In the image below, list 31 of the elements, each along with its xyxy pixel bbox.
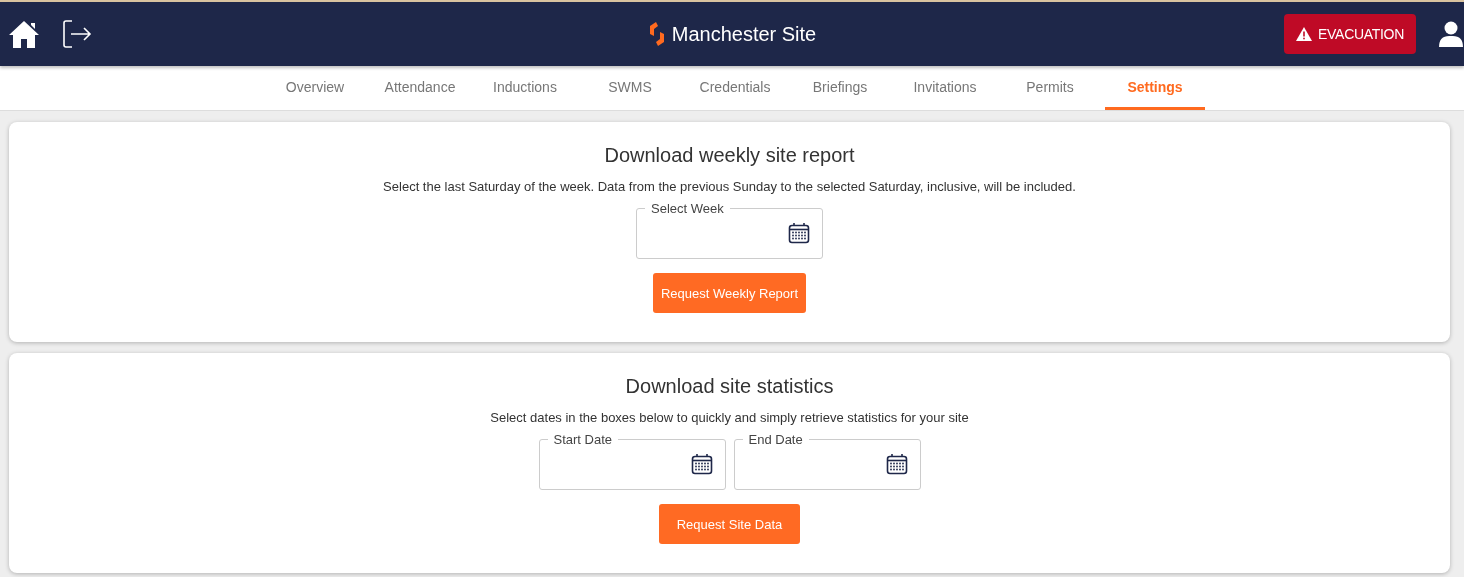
field-label: Start Date	[552, 432, 614, 447]
logo-icon	[647, 21, 666, 47]
calendar-icon[interactable]	[690, 453, 713, 475]
card-description: Select the last Saturday of the week. Data from the previous Sunday to the selected Saturday, inclusive, will be included.	[383, 179, 1076, 194]
date-field[interactable]: End Date	[733, 432, 921, 490]
nav-tab[interactable]: Credentials	[685, 66, 785, 110]
nav-tab[interactable]: Permits	[1000, 66, 1100, 110]
calendar-icon[interactable]	[885, 453, 908, 475]
site-name: Manchester Site	[671, 22, 817, 46]
warning-icon	[1296, 27, 1313, 41]
request-button[interactable]: Request Weekly Report	[652, 273, 806, 313]
date-field[interactable]: Select Week	[636, 201, 823, 259]
request-button[interactable]: Request Site Data	[658, 504, 801, 544]
field-label: End Date	[747, 432, 804, 447]
nav-tab[interactable]: Overview	[265, 66, 365, 110]
nav-tab[interactable]: Briefings	[790, 66, 890, 110]
card-title: Download site statistics	[625, 375, 834, 398]
date-field[interactable]: Start Date	[538, 432, 726, 490]
user-icon[interactable]	[1438, 21, 1464, 47]
home-icon[interactable]	[8, 19, 40, 49]
card-title: Download weekly site report	[604, 144, 855, 167]
logout-icon[interactable]	[62, 19, 92, 49]
card-description: Select dates in the boxes below to quickly and simply retrieve statistics for your site	[490, 410, 969, 425]
evacuation-button[interactable]: EVACUATION	[1284, 14, 1416, 54]
nav-tab[interactable]: SWMS	[580, 66, 680, 110]
field-label: Select Week	[650, 201, 725, 216]
nav-tab[interactable]: Invitations	[895, 66, 995, 110]
nav-tab[interactable]: Settings	[1105, 66, 1205, 110]
nav-tab[interactable]: Attendance	[370, 66, 470, 110]
nav-tab[interactable]: Inductions	[475, 66, 575, 110]
calendar-icon[interactable]	[788, 222, 810, 244]
